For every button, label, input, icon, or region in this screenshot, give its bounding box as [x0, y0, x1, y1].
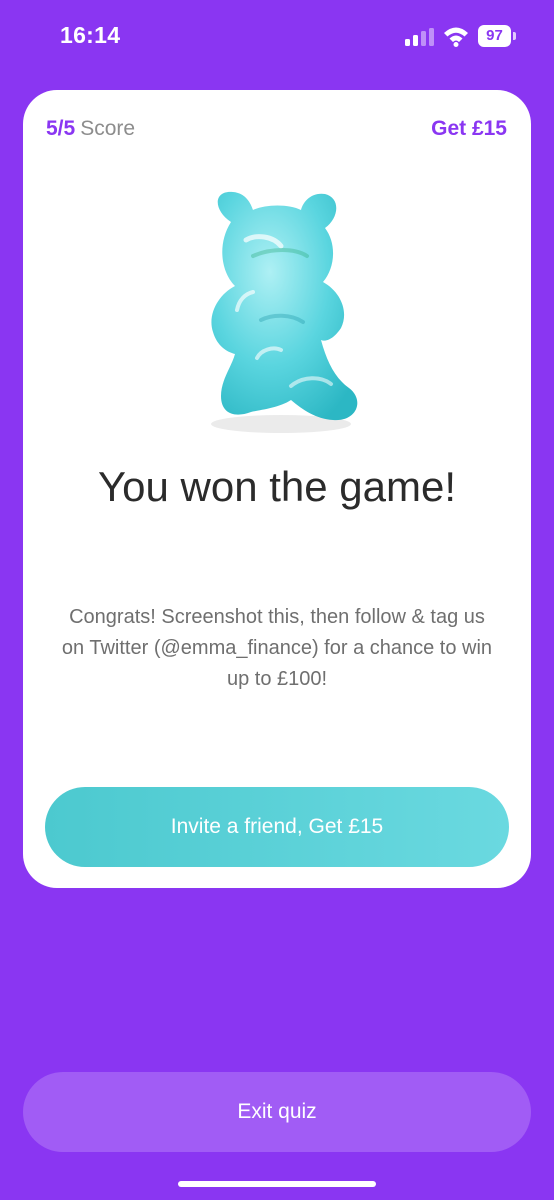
congrats-message: Congrats! Screenshot this, then follow &…: [61, 606, 493, 690]
home-indicator: [178, 1181, 376, 1187]
status-time: 16:14: [60, 22, 121, 48]
score-indicator: 5/5 Score: [46, 117, 135, 141]
score-label: Score: [80, 117, 136, 140]
win-headline: You won the game!: [97, 463, 457, 510]
gummy-bear-icon: [191, 190, 361, 435]
invite-friend-button[interactable]: Invite a friend, Get £15: [45, 787, 509, 867]
result-card: 5/5 Score Get £15 You won the game! Congr…: [23, 90, 531, 888]
cellular-signal-icon: [405, 28, 434, 46]
status-bar: 16:14 97: [0, 0, 554, 76]
get-bonus-link[interactable]: Get £15: [431, 117, 507, 141]
score-value: 5/5: [46, 117, 76, 140]
wifi-icon: [444, 27, 468, 47]
battery-icon: 97: [478, 25, 516, 47]
exit-quiz-button[interactable]: Exit quiz: [23, 1072, 531, 1152]
